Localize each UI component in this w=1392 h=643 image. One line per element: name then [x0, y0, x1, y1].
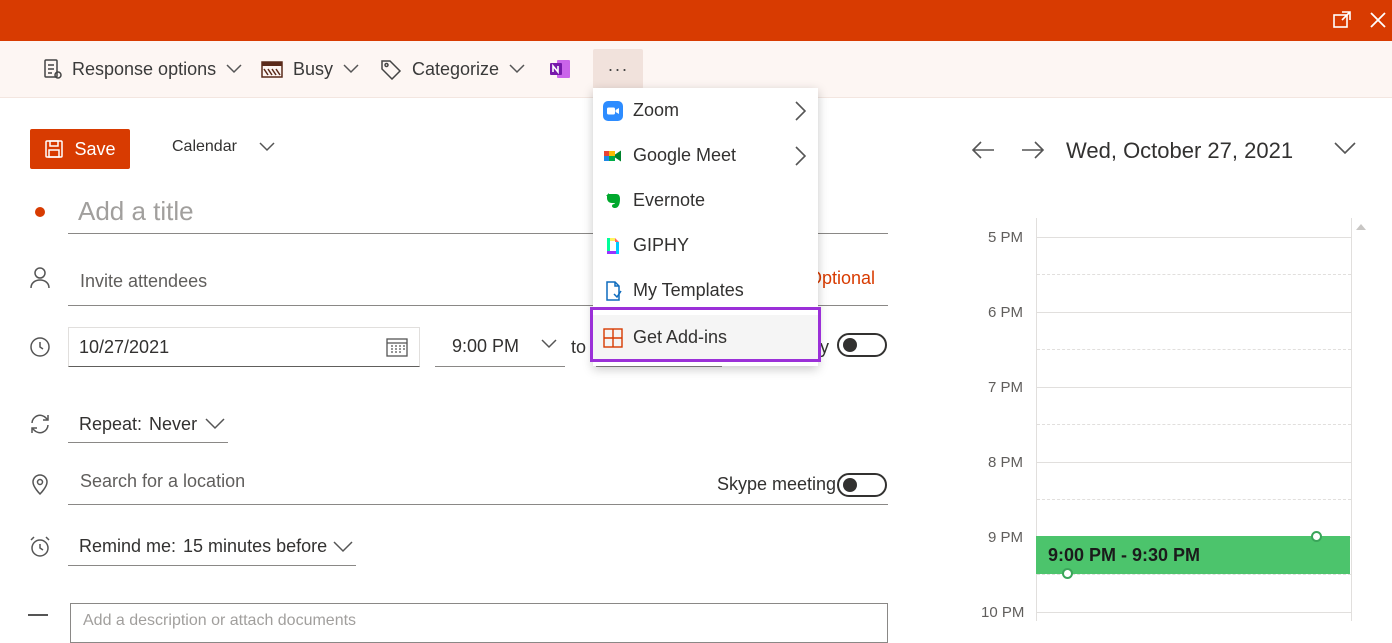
hour-label: 9 PM — [988, 529, 1024, 546]
half-hour-line — [1037, 424, 1351, 425]
evernote-icon — [603, 191, 623, 211]
chevron-right-icon — [795, 146, 806, 166]
optional-attendees-link[interactable]: Optional — [808, 268, 875, 289]
clock-icon — [28, 335, 52, 359]
busy-button[interactable]: Busy — [261, 55, 359, 83]
previous-day-arrow-icon[interactable] — [970, 138, 996, 167]
alarm-clock-icon — [28, 535, 52, 559]
response-options-icon — [44, 59, 62, 79]
hour-label: 5 PM — [988, 229, 1024, 246]
categorize-label: Categorize — [412, 58, 500, 79]
save-button[interactable]: Save — [30, 129, 130, 169]
menu-item-label: My Templates — [633, 280, 744, 300]
half-hour-line — [1037, 499, 1351, 500]
calendar-event[interactable]: 9:00 PM - 9:30 PM — [1036, 536, 1350, 574]
chevron-down-icon — [541, 339, 557, 349]
scroll-up-arrow[interactable] — [1356, 224, 1366, 230]
event-time-label: 9:00 PM - 9:30 PM — [1048, 544, 1201, 565]
start-time-field[interactable]: 9:00 PM — [435, 327, 565, 367]
menu-item-evernote[interactable]: Evernote — [593, 178, 818, 223]
start-time-value: 9:00 PM — [452, 336, 520, 356]
location-pin-icon — [28, 472, 52, 496]
menu-item-giphy[interactable]: GIPHY — [593, 223, 818, 268]
templates-icon — [603, 280, 623, 301]
title-bar — [0, 0, 1392, 41]
onenote-icon — [550, 60, 570, 78]
hour-label: 6 PM — [988, 304, 1024, 321]
busy-label: Busy — [293, 58, 334, 79]
repeat-label: Repeat: — [79, 413, 143, 434]
reminder-select[interactable]: Remind me: 15 minutes before — [68, 528, 356, 566]
event-resize-handle-bottom[interactable] — [1062, 568, 1073, 579]
more-options-button[interactable]: ··· — [593, 49, 643, 89]
close-icon[interactable] — [1366, 8, 1390, 32]
menu-item-label: GIPHY — [633, 235, 690, 255]
half-hour-line — [1037, 274, 1351, 275]
menu-item-zoom[interactable]: Zoom — [593, 88, 818, 133]
hour-line — [1037, 462, 1351, 463]
all-day-toggle[interactable] — [837, 333, 887, 357]
menu-item-label: Evernote — [633, 190, 706, 210]
save-label: Save — [74, 138, 116, 159]
chevron-down-icon — [333, 540, 353, 552]
chevron-down-icon — [226, 64, 242, 74]
required-dot — [35, 207, 45, 217]
toggle-knob — [843, 478, 857, 492]
giphy-icon — [603, 236, 623, 256]
calendar-date-title: Wed, October 27, 2021 — [1066, 138, 1294, 163]
half-hour-line — [1037, 574, 1351, 575]
repeat-icon — [28, 412, 52, 436]
hour-label: 8 PM — [988, 454, 1024, 471]
categorize-button[interactable]: Categorize — [380, 55, 525, 83]
tag-icon — [381, 60, 402, 80]
hour-line — [1037, 237, 1351, 238]
end-time-field[interactable] — [596, 366, 722, 367]
description-editor[interactable]: Add a description or attach documents — [70, 603, 888, 643]
menu-item-label: Zoom — [633, 100, 680, 120]
event-resize-handle-top[interactable] — [1311, 531, 1322, 542]
calendar-select[interactable]: Calendar — [172, 138, 275, 156]
chevron-down-icon — [343, 64, 359, 74]
half-hour-line — [1037, 349, 1351, 350]
chevron-down-icon — [509, 64, 525, 74]
toggle-knob — [843, 338, 857, 352]
menu-item-label: Google Meet — [633, 145, 737, 165]
response-options-button[interactable]: Response options — [42, 55, 242, 83]
save-icon — [45, 140, 64, 158]
chevron-down-icon[interactable] — [1334, 142, 1356, 161]
skype-meeting-toggle[interactable] — [837, 473, 887, 497]
calendar-select-label: Calendar — [172, 138, 237, 155]
hour-line — [1037, 387, 1351, 388]
description-icon — [28, 614, 48, 616]
start-date-value: 10/27/2021 — [79, 336, 170, 357]
to-label: to — [571, 337, 587, 357]
response-options-label: Response options — [72, 58, 217, 79]
hour-line — [1037, 612, 1351, 613]
chevron-down-icon — [205, 418, 225, 430]
all-day-label: y — [820, 337, 829, 357]
zoom-icon — [603, 100, 623, 121]
highlight-box — [590, 307, 821, 362]
busy-icon — [261, 61, 283, 78]
onenote-button[interactable] — [549, 55, 571, 83]
pop-out-icon[interactable] — [1330, 8, 1354, 32]
google-meet-icon — [603, 146, 623, 166]
hour-line — [1037, 312, 1351, 313]
hour-label: 10 PM — [981, 604, 1025, 621]
start-date-field[interactable]: 10/27/2021 — [68, 327, 420, 367]
chevron-right-icon — [795, 101, 806, 121]
menu-item-google-meet[interactable]: Google Meet — [593, 133, 818, 178]
skype-meeting-label: Skype meeting — [717, 474, 837, 494]
calendar-icon[interactable] — [385, 336, 409, 358]
repeat-value: Never — [149, 413, 198, 434]
next-day-arrow-icon[interactable] — [1020, 138, 1046, 167]
chevron-down-icon — [259, 142, 275, 152]
person-icon — [28, 265, 52, 289]
hour-label: 7 PM — [988, 379, 1024, 396]
reminder-label: Remind me: — [79, 536, 177, 556]
reminder-value: 15 minutes before — [183, 536, 328, 556]
repeat-select[interactable]: Repeat: Never — [68, 406, 228, 443]
